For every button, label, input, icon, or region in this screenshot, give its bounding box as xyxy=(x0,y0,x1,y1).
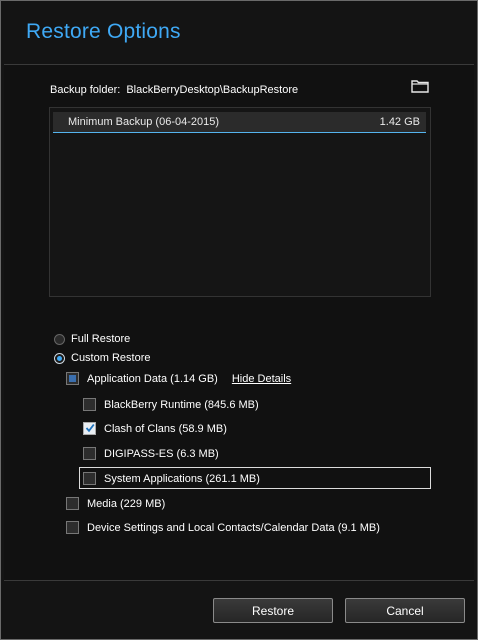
backup-folder-label: Backup folder: xyxy=(50,84,121,96)
custom-restore-option[interactable]: Custom Restore xyxy=(54,352,150,364)
digipass-es-label: DIGIPASS-ES (6.3 MB) xyxy=(104,447,219,460)
backup-list-item[interactable]: Minimum Backup (06-04-2015) 1.42 GB xyxy=(53,112,426,133)
media-checkbox[interactable] xyxy=(66,497,79,510)
backup-folder-path: BlackBerryDesktop\BackupRestore xyxy=(126,84,299,96)
app-item-system-applications[interactable]: System Applications (261.1 MB) xyxy=(83,472,260,485)
full-restore-radio[interactable] xyxy=(54,333,65,345)
restore-options-dialog: Restore Options Backup folder: BlackBerr… xyxy=(0,0,478,640)
restore-button[interactable]: Restore xyxy=(213,598,333,623)
folder-icon[interactable] xyxy=(411,79,431,95)
application-data-option[interactable]: Application Data (1.14 GB) Hide Details xyxy=(66,372,291,385)
backup-size: 1.42 GB xyxy=(379,116,420,128)
system-applications-label: System Applications (261.1 MB) xyxy=(104,472,260,485)
device-settings-checkbox[interactable] xyxy=(66,521,79,534)
app-item-digipass-es[interactable]: DIGIPASS-ES (6.3 MB) xyxy=(83,447,219,460)
application-data-checkbox[interactable] xyxy=(66,372,79,385)
full-restore-label: Full Restore xyxy=(71,333,131,345)
blackberry-runtime-label: BlackBerry Runtime (845.6 MB) xyxy=(104,398,259,411)
blackberry-runtime-checkbox[interactable] xyxy=(83,398,96,411)
custom-restore-radio[interactable] xyxy=(54,352,65,364)
application-data-label: Application Data (1.14 GB) xyxy=(87,372,218,385)
media-option[interactable]: Media (229 MB) xyxy=(66,497,165,510)
device-settings-label: Device Settings and Local Contacts/Calen… xyxy=(87,521,380,534)
backup-folder-row: Backup folder: BlackBerryDesktop\BackupR… xyxy=(50,81,430,99)
custom-restore-label: Custom Restore xyxy=(71,352,151,364)
clash-of-clans-label: Clash of Clans (58.9 MB) xyxy=(104,422,227,435)
app-item-clash-of-clans[interactable]: Clash of Clans (58.9 MB) xyxy=(83,422,227,435)
digipass-es-checkbox[interactable] xyxy=(83,447,96,460)
full-restore-option[interactable]: Full Restore xyxy=(54,333,130,345)
dialog-title: Restore Options xyxy=(26,20,181,43)
app-item-blackberry-runtime[interactable]: BlackBerry Runtime (845.6 MB) xyxy=(83,398,259,411)
system-applications-checkbox[interactable] xyxy=(83,472,96,485)
clash-of-clans-checkbox[interactable] xyxy=(83,422,96,435)
media-label: Media (229 MB) xyxy=(87,497,166,510)
backup-list[interactable]: Minimum Backup (06-04-2015) 1.42 GB xyxy=(49,107,431,297)
hide-details-link[interactable]: Hide Details xyxy=(232,373,291,385)
checkmark-icon xyxy=(85,423,95,433)
backup-name: Minimum Backup (06-04-2015) xyxy=(68,116,220,128)
cancel-button[interactable]: Cancel xyxy=(345,598,465,623)
device-settings-option[interactable]: Device Settings and Local Contacts/Calen… xyxy=(66,521,380,534)
